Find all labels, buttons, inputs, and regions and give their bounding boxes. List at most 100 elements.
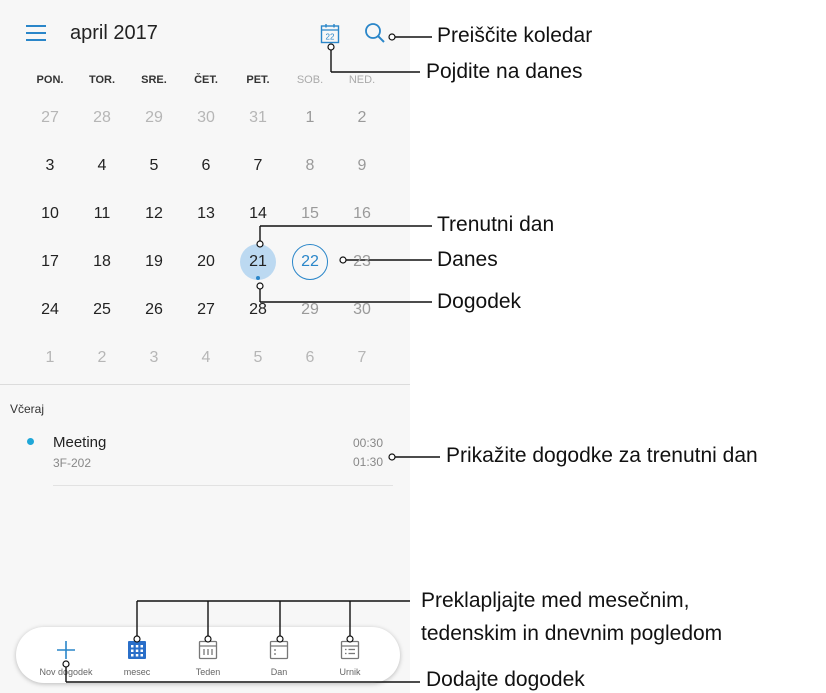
- day-number: 2: [357, 109, 367, 126]
- day-cell[interactable]: 20: [180, 240, 232, 284]
- day-number: 28: [249, 301, 267, 318]
- day-cell[interactable]: 23: [336, 240, 388, 284]
- day-number: 9: [357, 157, 367, 174]
- day-cell[interactable]: 15: [284, 192, 336, 236]
- divider: [0, 384, 410, 385]
- weekday-label: SOB.: [296, 74, 324, 86]
- day-number: 6: [305, 349, 315, 366]
- today-icon-number: 22: [326, 33, 335, 42]
- day-cell[interactable]: 5: [128, 144, 180, 188]
- callout-switch-line1: Preklapljajte med mesečnim,: [421, 589, 690, 612]
- tab-month[interactable]: mesec: [102, 627, 172, 683]
- day-cell[interactable]: 28: [76, 96, 128, 140]
- day-cell[interactable]: 3: [128, 336, 180, 380]
- day-cell-today[interactable]: 22: [284, 240, 336, 284]
- day-cell[interactable]: 1: [24, 336, 76, 380]
- callout-search: Preiščite koledar: [437, 24, 593, 47]
- day-number: 11: [93, 205, 111, 222]
- weekday-header: PON. TOR. SRE. ČET. PET. SOB. NED.: [0, 66, 410, 96]
- month-grid-icon: [128, 641, 146, 659]
- day-cell[interactable]: 3: [24, 144, 76, 188]
- day-cell[interactable]: 2: [336, 96, 388, 140]
- day-cell[interactable]: 6: [284, 336, 336, 380]
- day-icon: [269, 640, 289, 660]
- nav-label-new-event: Nov dogodek: [39, 667, 93, 677]
- day-number: 15: [301, 205, 319, 222]
- new-event-button[interactable]: Nov dogodek: [31, 627, 101, 683]
- callout-current-day: Trenutni dan: [437, 213, 555, 236]
- day-number: 25: [93, 301, 111, 318]
- nav-label-week: Teden: [195, 667, 221, 677]
- bottom-nav: Nov dogodek mesec Teden Dan Urnik: [16, 627, 400, 683]
- day-cell[interactable]: 25: [76, 288, 128, 332]
- day-number: 30: [353, 301, 371, 318]
- day-cell[interactable]: 28: [232, 288, 284, 332]
- day-cell[interactable]: 7: [336, 336, 388, 380]
- callout-today: Danes: [437, 248, 498, 271]
- day-cell[interactable]: 29: [128, 96, 180, 140]
- day-number: 4: [97, 157, 107, 174]
- day-number: 7: [357, 349, 367, 366]
- day-cell[interactable]: 27: [24, 96, 76, 140]
- day-number: 14: [249, 205, 267, 222]
- day-number: 8: [305, 157, 315, 174]
- day-cell[interactable]: 5: [232, 336, 284, 380]
- day-cell[interactable]: 24: [24, 288, 76, 332]
- day-number: 4: [201, 349, 211, 366]
- day-cell[interactable]: 4: [180, 336, 232, 380]
- day-cell[interactable]: 31: [232, 96, 284, 140]
- day-number: 30: [197, 109, 215, 126]
- callout-add-event: Dodajte dogodek: [426, 668, 585, 691]
- day-number: 5: [149, 157, 159, 174]
- day-number: 1: [45, 349, 55, 366]
- day-cell[interactable]: 16: [336, 192, 388, 236]
- week-icon: [198, 640, 218, 660]
- day-number: 31: [249, 109, 267, 126]
- go-to-today-icon[interactable]: 22: [320, 23, 340, 44]
- day-cell[interactable]: 11: [76, 192, 128, 236]
- day-number: 3: [45, 157, 55, 174]
- day-cell[interactable]: 17: [24, 240, 76, 284]
- day-cell[interactable]: 4: [76, 144, 128, 188]
- day-cell[interactable]: 9: [336, 144, 388, 188]
- day-number: 22: [301, 253, 319, 270]
- day-cell[interactable]: 1: [284, 96, 336, 140]
- tab-agenda[interactable]: Urnik: [315, 627, 385, 683]
- day-cell[interactable]: 30: [336, 288, 388, 332]
- day-number: 10: [41, 205, 59, 222]
- event-item[interactable]: Meeting 3F-202 00:30 01:30: [0, 430, 410, 480]
- day-cell[interactable]: 13: [180, 192, 232, 236]
- callout-show-events: Prikažite dogodke za trenutni dan: [446, 444, 758, 467]
- day-cell[interactable]: 29: [284, 288, 336, 332]
- day-cell[interactable]: 19: [128, 240, 180, 284]
- day-cell[interactable]: 26: [128, 288, 180, 332]
- weekday-label: NED.: [348, 74, 376, 86]
- day-number: 27: [197, 301, 215, 318]
- day-cell[interactable]: 30: [180, 96, 232, 140]
- day-cell-current[interactable]: 21: [232, 240, 284, 284]
- day-cell[interactable]: 6: [180, 144, 232, 188]
- tab-day[interactable]: Dan: [244, 627, 314, 683]
- day-cell[interactable]: 12: [128, 192, 180, 236]
- day-cell[interactable]: 18: [76, 240, 128, 284]
- day-number: 23: [353, 253, 371, 270]
- day-cell[interactable]: 2: [76, 336, 128, 380]
- search-icon[interactable]: [364, 22, 386, 44]
- day-cell[interactable]: 27: [180, 288, 232, 332]
- day-cell[interactable]: 14: [232, 192, 284, 236]
- event-end-time: 01:30: [353, 455, 384, 469]
- day-number: 28: [93, 109, 111, 126]
- event-indicator-dot: [256, 276, 260, 280]
- month-title[interactable]: april 2017: [70, 22, 158, 45]
- callout-switch-line2: tedenskim in dnevnim pogledom: [421, 622, 723, 645]
- day-cell[interactable]: 7: [232, 144, 284, 188]
- day-cell[interactable]: 10: [24, 192, 76, 236]
- day-cell[interactable]: 8: [284, 144, 336, 188]
- day-number: 13: [197, 205, 215, 222]
- menu-icon[interactable]: [26, 25, 46, 43]
- weekday-label: SRE.: [141, 74, 167, 86]
- plus-icon: [57, 641, 75, 659]
- day-number: 19: [145, 253, 163, 270]
- day-number: 17: [41, 253, 59, 270]
- tab-week[interactable]: Teden: [173, 627, 243, 683]
